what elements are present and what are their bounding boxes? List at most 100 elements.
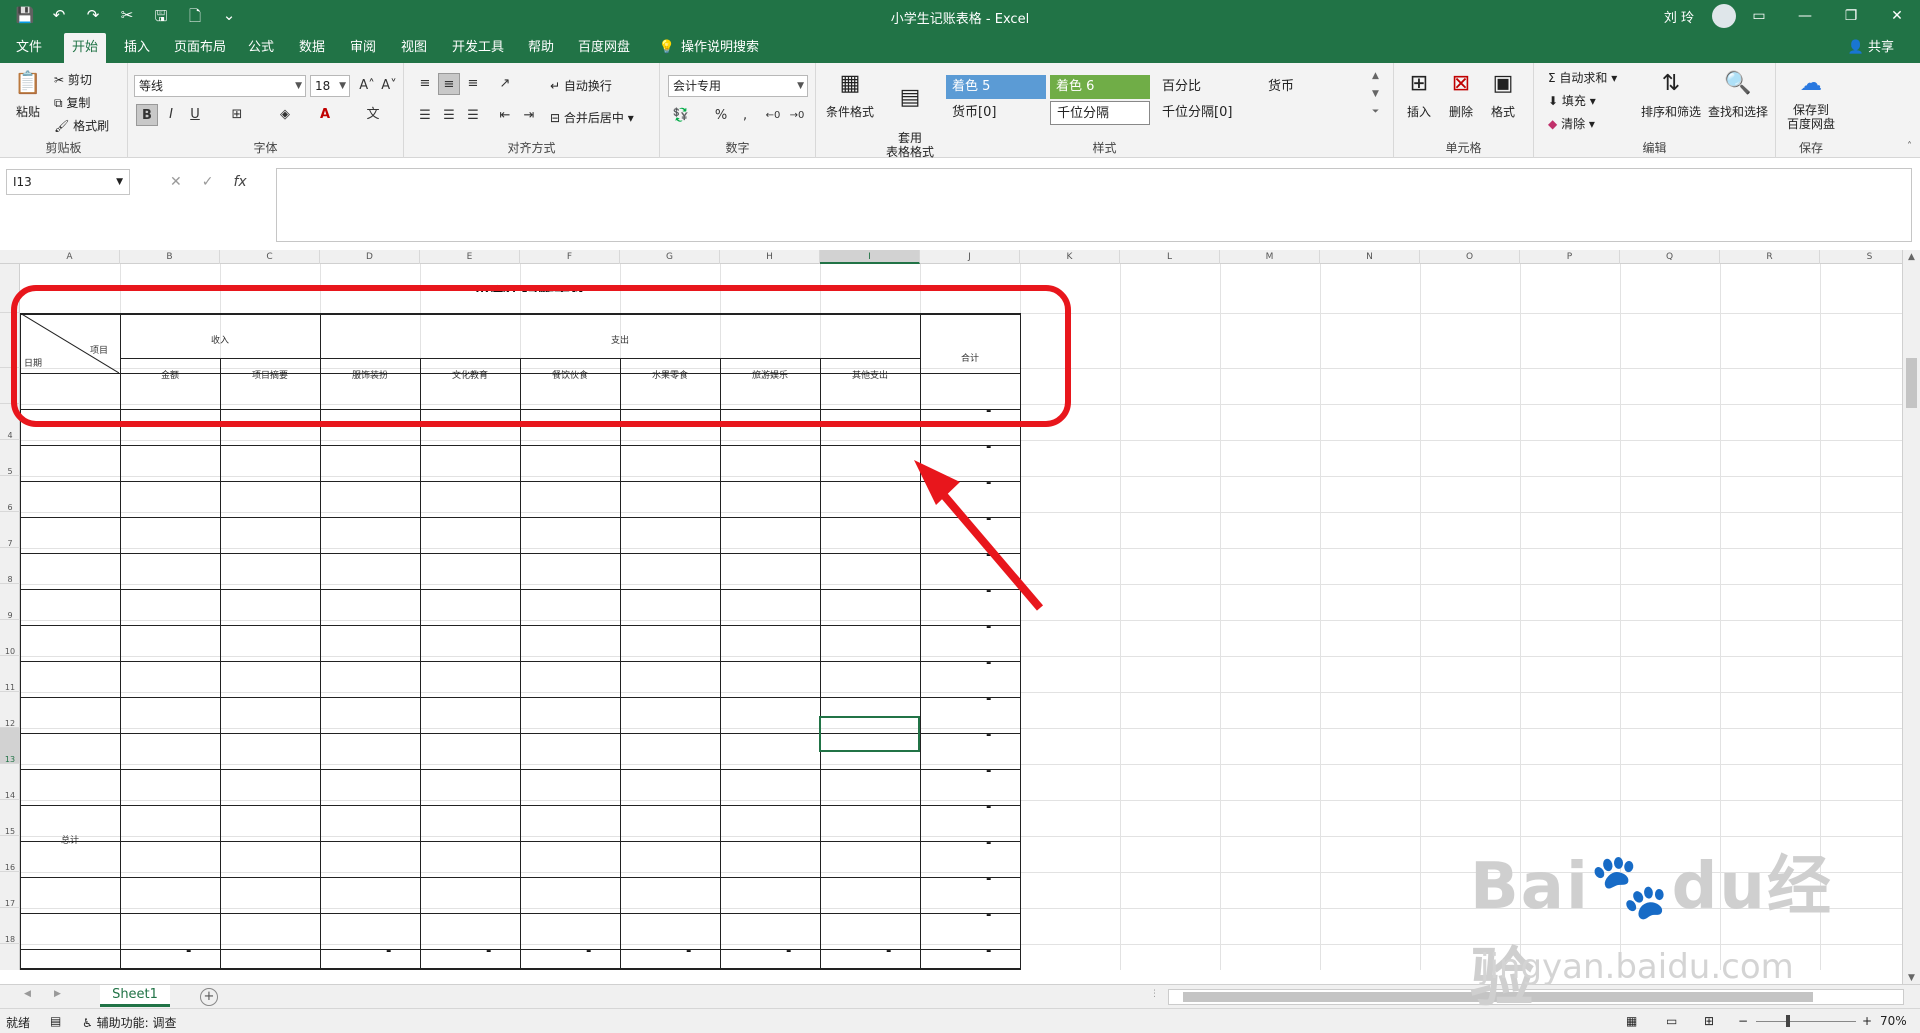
- column-header-k[interactable]: K: [1020, 250, 1120, 264]
- format-painter-button[interactable]: 🖌 格式刷: [54, 117, 109, 134]
- name-box[interactable]: I13 ▼: [6, 169, 130, 195]
- font-color-icon[interactable]: A: [314, 104, 336, 126]
- insert-function-icon[interactable]: fx: [233, 169, 246, 195]
- user-avatar-icon[interactable]: [1712, 4, 1736, 28]
- style-accent5[interactable]: 着色 5: [946, 75, 1046, 99]
- collapse-ribbon-icon[interactable]: ˄: [1907, 141, 1912, 152]
- vertical-scroll-thumb[interactable]: [1906, 358, 1917, 408]
- style-comma[interactable]: 千位分隔: [1050, 101, 1150, 125]
- row-header[interactable]: 11: [0, 656, 20, 692]
- column-header-m[interactable]: M: [1220, 250, 1320, 264]
- share-button[interactable]: 👤 共享: [1848, 33, 1894, 63]
- row-header[interactable]: 5: [0, 440, 20, 476]
- row-header[interactable]: [0, 313, 20, 368]
- copy-button[interactable]: ⧉ 复制: [54, 94, 90, 111]
- row-header[interactable]: 14: [0, 764, 20, 800]
- column-header-c[interactable]: C: [220, 250, 320, 264]
- column-header-s[interactable]: S: [1820, 250, 1902, 264]
- column-header-f[interactable]: F: [520, 250, 620, 264]
- column-header-b[interactable]: B: [120, 250, 220, 264]
- wrap-text-button[interactable]: ↵ 自动换行: [550, 77, 612, 94]
- column-header-i[interactable]: I: [820, 250, 920, 264]
- column-header-l[interactable]: L: [1120, 250, 1220, 264]
- sheet-tab-sheet1[interactable]: Sheet1: [100, 985, 170, 1007]
- cancel-entry-icon[interactable]: ✕: [170, 169, 182, 195]
- tab-help[interactable]: 帮助: [526, 33, 556, 63]
- format-button[interactable]: ▣ 格式: [1484, 69, 1522, 120]
- clear-button[interactable]: ◆ 清除 ▾: [1548, 115, 1595, 132]
- cut-button[interactable]: ✂ 剪切: [54, 71, 92, 88]
- paste-button[interactable]: 📋 粘贴: [10, 69, 46, 120]
- row-header[interactable]: 10: [0, 620, 20, 656]
- align-middle-icon[interactable]: ≡: [438, 73, 460, 95]
- accessibility-status[interactable]: ♿ 辅助功能: 调查: [82, 1014, 176, 1031]
- ribbon-display-icon[interactable]: ▭: [1736, 0, 1782, 33]
- row-header[interactable]: 6: [0, 476, 20, 512]
- save-to-netdisk-button[interactable]: ☁ 保存到 百度网盘: [1780, 69, 1842, 131]
- row-header[interactable]: 16: [0, 836, 20, 872]
- style-currency0[interactable]: 货币[0]: [946, 101, 1046, 125]
- shrink-font-icon[interactable]: A˅: [378, 75, 400, 97]
- conditional-format-button[interactable]: ▦ 条件格式: [824, 69, 876, 120]
- currency-icon[interactable]: 💱: [670, 105, 692, 127]
- column-header-e[interactable]: E: [420, 250, 520, 264]
- font-size-select[interactable]: 18 ▼: [310, 75, 350, 97]
- font-name-select[interactable]: 等线 ▼: [134, 75, 306, 97]
- vertical-scrollbar[interactable]: ▲ ▼: [1902, 250, 1920, 985]
- find-select-button[interactable]: 🔍 查找和选择: [1706, 69, 1770, 120]
- scroll-up-icon[interactable]: ▲: [1903, 252, 1920, 262]
- next-sheet-icon[interactable]: ▶: [54, 989, 61, 999]
- grow-font-icon[interactable]: A˄: [356, 75, 378, 97]
- scroll-down-icon[interactable]: ▼: [1903, 973, 1920, 983]
- row-header[interactable]: [0, 368, 20, 404]
- row-header[interactable]: 8: [0, 548, 20, 584]
- row-header[interactable]: 17: [0, 872, 20, 908]
- row-header[interactable]: 19: [0, 944, 20, 970]
- close-icon[interactable]: ✕: [1874, 0, 1920, 33]
- row-header[interactable]: 18: [0, 908, 20, 944]
- row-header[interactable]: 13: [0, 728, 20, 764]
- orientation-icon[interactable]: ↗: [494, 73, 516, 95]
- column-header-q[interactable]: Q: [1620, 250, 1720, 264]
- delete-button[interactable]: ⊠ 删除: [1442, 69, 1480, 120]
- merge-center-button[interactable]: ⊟ 合并后居中 ▾: [550, 109, 634, 126]
- align-top-icon[interactable]: ≡: [414, 73, 436, 95]
- row-header[interactable]: 7: [0, 512, 20, 548]
- column-header-a[interactable]: A: [20, 250, 120, 264]
- tab-data[interactable]: 数据: [297, 33, 327, 63]
- tab-home[interactable]: 开始: [64, 33, 106, 63]
- tab-file[interactable]: 文件: [14, 33, 44, 63]
- row-header[interactable]: 12: [0, 692, 20, 728]
- row-header[interactable]: 4: [0, 404, 20, 440]
- column-header-r[interactable]: R: [1720, 250, 1820, 264]
- restore-icon[interactable]: ❐: [1828, 0, 1874, 33]
- minimize-icon[interactable]: —: [1782, 0, 1828, 33]
- tab-formulas[interactable]: 公式: [246, 33, 276, 63]
- italic-button[interactable]: I: [160, 104, 182, 126]
- bold-button[interactable]: B: [136, 104, 158, 126]
- phonetic-icon[interactable]: 文: [362, 104, 384, 126]
- tab-insert[interactable]: 插入: [122, 33, 152, 63]
- column-header-o[interactable]: O: [1420, 250, 1520, 264]
- tell-me-search[interactable]: 操作说明搜索: [680, 33, 760, 63]
- row-header[interactable]: 9: [0, 584, 20, 620]
- column-header-j[interactable]: J: [920, 250, 1020, 264]
- row-header[interactable]: [0, 264, 20, 313]
- tab-review[interactable]: 审阅: [348, 33, 378, 63]
- column-header-h[interactable]: H: [720, 250, 820, 264]
- sort-filter-button[interactable]: ⇅ 排序和筛选: [1640, 69, 1702, 120]
- style-currency[interactable]: 货币: [1262, 75, 1362, 99]
- style-comma0[interactable]: 千位分隔[0]: [1156, 101, 1276, 125]
- formula-bar[interactable]: [276, 168, 1912, 242]
- tab-baidu-netdisk[interactable]: 百度网盘: [576, 33, 632, 63]
- styles-scroll-up-icon[interactable]: ▲: [1372, 71, 1379, 81]
- selected-cell-i13[interactable]: [819, 716, 920, 752]
- fill-color-icon[interactable]: ◈: [274, 104, 296, 126]
- align-bottom-icon[interactable]: ≡: [462, 73, 484, 95]
- tab-developer[interactable]: 开发工具: [450, 33, 506, 63]
- column-header-d[interactable]: D: [320, 250, 420, 264]
- zoom-slider[interactable]: [1756, 1021, 1856, 1022]
- align-right-icon[interactable]: ☰: [462, 105, 484, 127]
- styles-scroll-down-icon[interactable]: ▼: [1372, 89, 1379, 99]
- decrease-decimal-icon[interactable]: →0: [786, 105, 808, 127]
